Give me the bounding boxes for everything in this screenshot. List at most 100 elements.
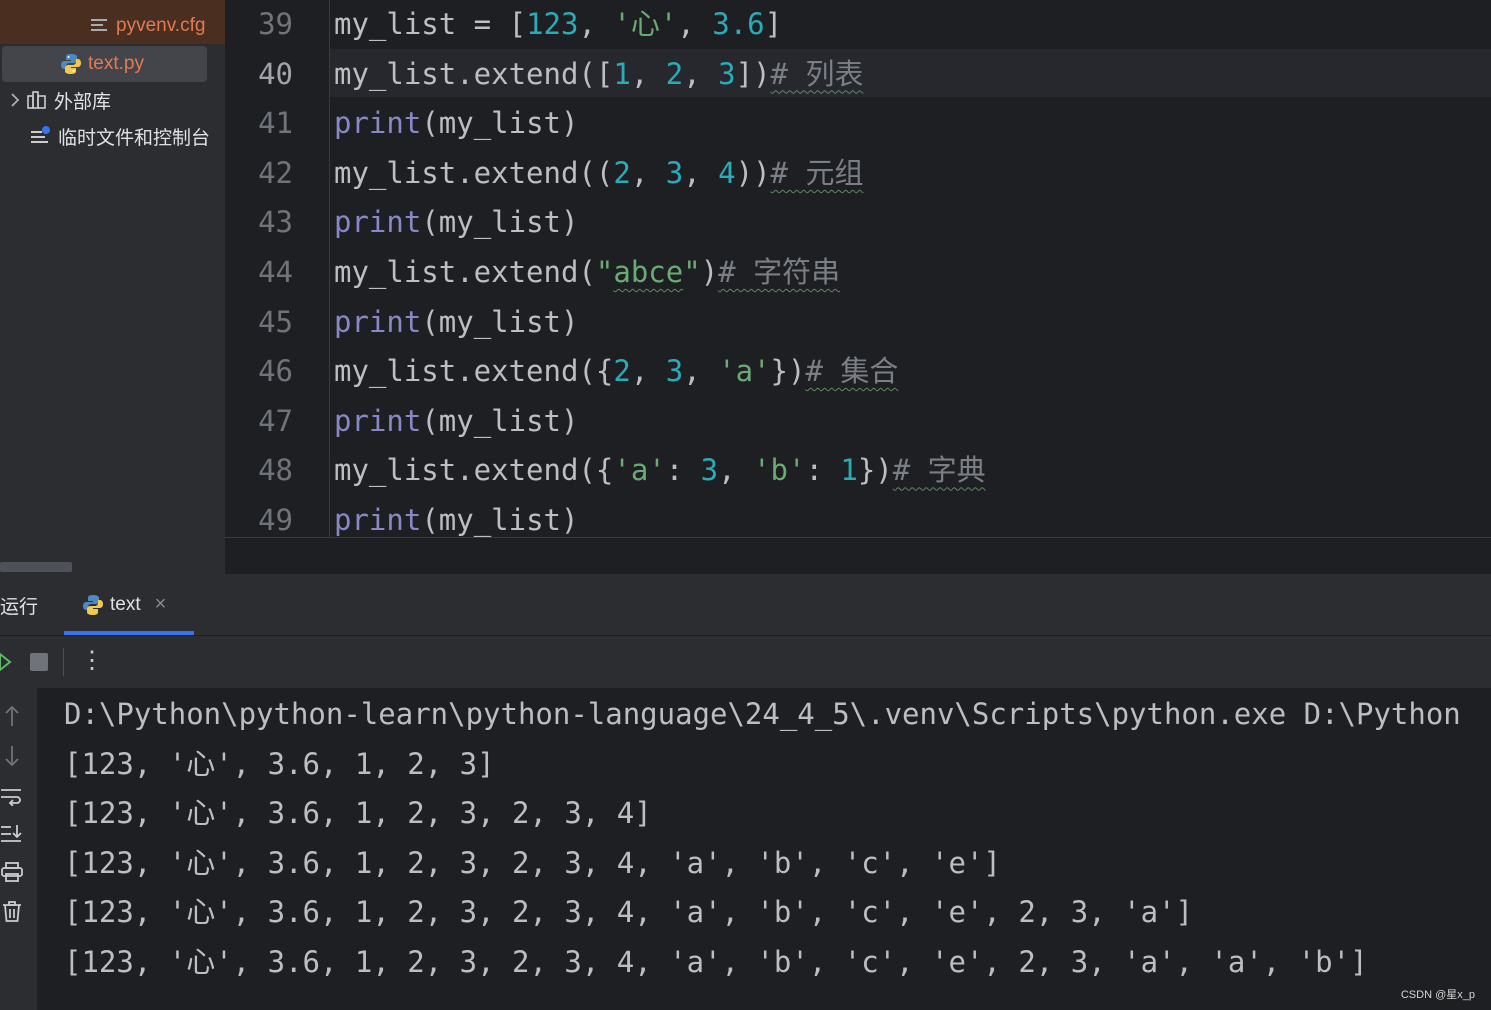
tree-item-pyvenv-cfg[interactable]: pyvenv.cfg	[0, 8, 225, 44]
line-number: 41	[258, 106, 293, 141]
code-line[interactable]: my_list.extend({'a': 3, 'b': 1})# 字典	[334, 450, 986, 490]
scroll-to-end-icon[interactable]	[0, 822, 24, 846]
code-line[interactable]: print(my_list)	[334, 401, 578, 441]
project-sidebar: pyvenv.cfg text.py 外部库 临时文件和控制台	[0, 0, 225, 574]
tree-item-label: text.py	[88, 53, 144, 74]
console-output-line: [123, '心', 3.6, 1, 2, 3]	[64, 746, 495, 781]
code-token: 'b'	[753, 453, 806, 488]
code-token: "	[595, 255, 614, 289]
code-token: 3	[665, 354, 684, 389]
code-token: ])	[735, 56, 771, 91]
code-token: 2	[665, 56, 684, 91]
line-number: 39	[258, 7, 293, 41]
line-number: 42	[258, 155, 293, 190]
code-token: 4	[718, 155, 736, 190]
line-number: 48	[258, 453, 293, 488]
code-token: (my_list)	[421, 106, 579, 141]
code-token: })	[770, 354, 806, 389]
code-token: 'a'	[718, 354, 771, 389]
code-token: 3.6	[712, 7, 765, 41]
code-token: # 字符串	[718, 255, 841, 289]
code-line[interactable]: print(my_list)	[334, 103, 578, 143]
code-line[interactable]: print(my_list)	[334, 202, 578, 242]
scratch-console-icon	[30, 125, 52, 147]
tree-item-text-py[interactable]: text.py	[2, 46, 207, 82]
console-output-line: [123, '心', 3.6, 1, 2, 3, 2, 3, 4, 'a', '…	[64, 895, 1193, 930]
console-side-toolbar	[0, 688, 37, 1010]
run-panel-title: 运行	[0, 597, 39, 618]
code-token: print	[334, 503, 422, 537]
code-token: ,	[677, 7, 713, 41]
arrow-up-icon[interactable]	[0, 704, 24, 728]
code-line[interactable]: my_list = [123, '心', 3.6]	[334, 4, 782, 44]
library-icon	[26, 89, 48, 111]
code-token: my_list = [	[334, 7, 527, 41]
code-line[interactable]: my_list.extend((2, 3, 4))# 元组	[334, 153, 863, 193]
text-file-icon	[88, 15, 110, 37]
tree-item-scratches-consoles[interactable]: 临时文件和控制台	[0, 118, 225, 154]
line-number: 43	[258, 205, 293, 240]
code-token: abce	[613, 255, 684, 289]
code-token: my_list.extend({	[334, 354, 614, 389]
code-token: ]	[764, 7, 783, 41]
code-token: (my_list)	[421, 304, 579, 339]
code-token: my_list.extend([	[334, 56, 614, 91]
code-token: 3	[718, 56, 736, 91]
trash-icon[interactable]	[0, 900, 24, 924]
code-token: print	[334, 403, 422, 438]
code-token: ,	[630, 155, 666, 190]
tree-item-external-libraries[interactable]: 外部库	[0, 82, 225, 118]
run-tab-text[interactable]: text ×	[64, 574, 194, 635]
print-icon[interactable]	[0, 860, 24, 884]
code-token: :	[665, 453, 701, 488]
code-token: ,	[683, 56, 719, 91]
code-token: # 字典	[892, 453, 986, 488]
code-token: 1	[613, 56, 631, 91]
code-token: # 元组	[770, 155, 864, 190]
watermark: CSDN @星x_p	[1400, 989, 1475, 1001]
code-token: # 集合	[805, 354, 899, 389]
console-output[interactable]: D:\Python\python-learn\python-language\2…	[37, 688, 1491, 1010]
code-line[interactable]: my_list.extend([1, 2, 3])# 列表	[334, 54, 863, 94]
code-token: 123	[526, 7, 579, 41]
run-toolbar: ⋮	[0, 636, 1491, 688]
code-token: '心'	[613, 7, 678, 41]
code-token: print	[334, 304, 422, 339]
tree-item-label: 临时文件和控制台	[58, 127, 211, 149]
code-token: 3	[700, 453, 719, 488]
line-number: 40	[258, 56, 293, 91]
chevron-right-icon[interactable]	[4, 93, 26, 107]
code-token: ,	[683, 354, 719, 389]
code-line[interactable]: my_list.extend("abce")# 字符串	[334, 252, 840, 292]
code-token: (my_list)	[421, 503, 579, 537]
python-file-icon	[82, 594, 104, 616]
sidebar-horizontal-scrollbar[interactable]	[0, 562, 72, 572]
arrow-down-icon[interactable]	[0, 744, 24, 768]
run-tab-label: text	[110, 593, 141, 615]
code-token: 2	[613, 354, 631, 389]
line-number: 44	[258, 255, 293, 289]
code-line[interactable]: my_list.extend({2, 3, 'a'})# 集合	[334, 351, 898, 391]
code-token: ,	[630, 56, 666, 91]
stop-icon[interactable]	[30, 653, 48, 676]
tree-row-clipped	[0, 0, 225, 8]
soft-wrap-icon[interactable]	[0, 784, 24, 808]
code-token: (my_list)	[421, 205, 579, 240]
rerun-icon[interactable]	[0, 650, 12, 679]
code-editor[interactable]: 39 40 41 42 43 44 45 46 47 48 49 my_list = [123, '…	[225, 0, 1491, 537]
code-line[interactable]: print(my_list)	[334, 302, 578, 342]
close-icon[interactable]: ×	[155, 593, 167, 616]
code-token: 1	[840, 453, 858, 488]
more-options-icon[interactable]: ⋮	[80, 646, 104, 675]
console-output-line: D:\Python\python-learn\python-language\2…	[64, 697, 1461, 731]
code-line[interactable]: print(my_list)	[334, 500, 578, 537]
code-token: })	[857, 453, 893, 488]
line-number: 47	[258, 403, 293, 438]
editor-bottom-area	[225, 537, 1491, 575]
code-token: print	[334, 205, 422, 240]
line-number-gutter: 39 40 41 42 43 44 45 46 47 48 49	[225, 0, 329, 537]
code-token: ,	[578, 7, 614, 41]
code-token: 3	[665, 155, 684, 190]
code-token: )	[700, 255, 719, 289]
python-file-icon	[60, 53, 82, 75]
